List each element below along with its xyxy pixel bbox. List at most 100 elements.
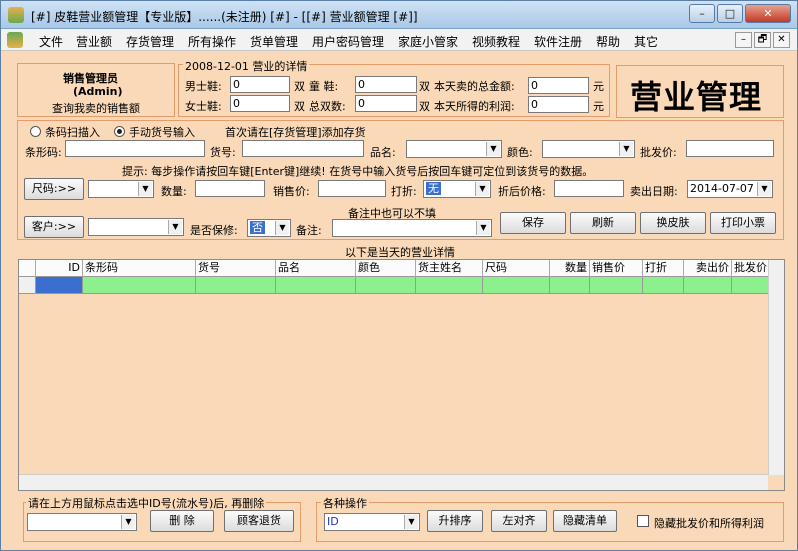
menu-file[interactable]: 文件 xyxy=(39,33,63,50)
product-select[interactable]: ▼ xyxy=(406,140,502,158)
cell-qty[interactable] xyxy=(550,277,590,293)
table-row[interactable] xyxy=(19,277,784,294)
hide-wholesale-checkbox[interactable] xyxy=(637,515,649,527)
col-discount[interactable]: 打折 xyxy=(643,260,684,277)
menu-revenue[interactable]: 营业额 xyxy=(76,33,112,50)
mdi-close-button[interactable]: ✕ xyxy=(773,32,790,48)
delete-panel: 请在上方用鼠标点击选中ID号(流水号)后, 再删除 ▼ 删 除 顾客退货 xyxy=(23,495,301,542)
after-discount-input[interactable] xyxy=(554,180,624,197)
total-sales-field[interactable]: 0 xyxy=(528,77,589,94)
menu-video-tutorial[interactable]: 视频教程 xyxy=(472,33,520,50)
total-sales-label: 本天卖的总金额: xyxy=(434,80,515,93)
color-select[interactable]: ▼ xyxy=(542,140,635,158)
item-no-label: 货号: xyxy=(210,146,236,159)
col-id[interactable]: ID xyxy=(36,260,83,277)
field-select[interactable]: ID ▼ xyxy=(324,513,420,531)
save-button[interactable]: 保存 xyxy=(500,212,566,234)
maximize-button[interactable]: □ xyxy=(717,4,743,23)
scan-radio[interactable] xyxy=(30,126,41,137)
women-field[interactable]: 0 xyxy=(230,95,290,112)
col-barcode[interactable]: 条形码 xyxy=(83,260,196,277)
menu-user-password[interactable]: 用户密码管理 xyxy=(312,33,384,50)
hide-list-button[interactable]: 隐藏清单 xyxy=(553,510,617,532)
menu-help[interactable]: 帮助 xyxy=(596,33,620,50)
child-field[interactable]: 0 xyxy=(355,76,417,93)
col-wholesale[interactable]: 批发价 xyxy=(732,260,772,277)
align-left-button[interactable]: 左对齐 xyxy=(491,510,547,532)
refresh-button[interactable]: 刷新 xyxy=(570,212,636,234)
warranty-value: 否 xyxy=(250,221,265,234)
col-product[interactable]: 品名 xyxy=(276,260,356,277)
cell-size[interactable] xyxy=(483,277,550,293)
chevron-down-icon: ▼ xyxy=(619,142,633,156)
col-size[interactable]: 尺码 xyxy=(483,260,550,277)
qty-input[interactable] xyxy=(195,180,265,197)
col-price[interactable]: 销售价 xyxy=(590,260,643,277)
size-button[interactable]: 尺码:>> xyxy=(24,178,84,200)
sales-grid[interactable]: ID 条形码 货号 品名 颜色 货主姓名 尺码 数量 销售价 打折 卖出价 批发… xyxy=(18,259,785,491)
cell-sell-price[interactable] xyxy=(684,277,732,293)
user-role: 销售管理员 xyxy=(63,72,118,85)
total-pairs-field[interactable]: 0 xyxy=(355,95,417,112)
window-title: [#] 皮鞋营业额管理【专业版】......(未注册) [#] - [[#] 营… xyxy=(31,10,418,24)
main-window: [#] 皮鞋营业额管理【专业版】......(未注册) [#] - [[#] 营… xyxy=(0,0,798,551)
date-picker[interactable]: 2014-07-07 ▼ xyxy=(687,180,773,198)
change-skin-button[interactable]: 换皮肤 xyxy=(640,212,706,234)
cell-price[interactable] xyxy=(590,277,643,293)
row-header[interactable] xyxy=(19,277,36,293)
my-sales-link[interactable]: 查询我卖的销售额 xyxy=(52,100,140,116)
menu-register[interactable]: 软件注册 xyxy=(534,33,582,50)
mdi-restore-button[interactable]: 🗗 xyxy=(754,32,771,48)
chevron-down-icon: ▼ xyxy=(138,182,152,196)
mdi-minimize-button[interactable]: – xyxy=(735,32,752,48)
cell-barcode[interactable] xyxy=(83,277,196,293)
field-value: ID xyxy=(327,515,339,528)
col-qty[interactable]: 数量 xyxy=(550,260,590,277)
discount-select[interactable]: 无 ▼ xyxy=(423,180,491,198)
col-sell-price[interactable]: 卖出价 xyxy=(684,260,732,277)
warranty-label: 是否保修: xyxy=(190,224,238,237)
wholesale-input[interactable] xyxy=(686,140,774,157)
delete-id-select[interactable]: ▼ xyxy=(27,513,137,531)
vertical-scrollbar[interactable] xyxy=(768,260,784,475)
cell-product[interactable] xyxy=(276,277,356,293)
col-color[interactable]: 颜色 xyxy=(356,260,416,277)
item-no-input[interactable] xyxy=(242,140,364,157)
manual-radio[interactable] xyxy=(114,126,125,137)
barcode-input[interactable] xyxy=(65,140,205,157)
col-owner[interactable]: 货主姓名 xyxy=(416,260,483,277)
barcode-label: 条形码: xyxy=(25,146,62,159)
price-input[interactable] xyxy=(318,180,386,197)
sort-ascending-button[interactable]: 升排序 xyxy=(427,510,483,532)
note-select[interactable]: ▼ xyxy=(332,219,492,237)
cell-color[interactable] xyxy=(356,277,416,293)
warranty-select[interactable]: 否 ▼ xyxy=(247,219,291,237)
chevron-down-icon: ▼ xyxy=(404,515,418,529)
col-item-no[interactable]: 货号 xyxy=(196,260,276,277)
product-label: 品名: xyxy=(370,146,396,159)
cell-item-no[interactable] xyxy=(196,277,276,293)
minimize-button[interactable]: – xyxy=(689,4,715,23)
size-select[interactable]: ▼ xyxy=(88,180,154,198)
customer-select[interactable]: ▼ xyxy=(88,218,184,236)
customer-return-button[interactable]: 顾客退货 xyxy=(224,510,294,532)
menu-other[interactable]: 其它 xyxy=(634,33,658,50)
menu-bar: 文件 营业额 存货管理 所有操作 货单管理 用户密码管理 家庭小管家 视频教程 … xyxy=(1,29,797,51)
customer-button[interactable]: 客户:>> xyxy=(24,216,84,238)
men-field[interactable]: 0 xyxy=(230,76,290,93)
cell-discount[interactable] xyxy=(643,277,684,293)
menu-all-operations[interactable]: 所有操作 xyxy=(188,33,236,50)
delete-button[interactable]: 删 除 xyxy=(150,510,214,532)
cell-owner[interactable] xyxy=(416,277,483,293)
menu-orders[interactable]: 货单管理 xyxy=(250,33,298,50)
cell-wholesale[interactable] xyxy=(732,277,772,293)
menu-inventory[interactable]: 存货管理 xyxy=(126,33,174,50)
horizontal-scrollbar[interactable] xyxy=(19,474,768,490)
close-button[interactable]: ✕ xyxy=(745,4,791,23)
chevron-down-icon: ▼ xyxy=(475,182,489,196)
profit-field[interactable]: 0 xyxy=(528,96,589,113)
women-label: 女士鞋: xyxy=(185,100,222,113)
menu-home-manager[interactable]: 家庭小管家 xyxy=(398,33,458,50)
print-receipt-button[interactable]: 打印小票 xyxy=(710,212,776,234)
cell-id[interactable] xyxy=(36,277,83,293)
